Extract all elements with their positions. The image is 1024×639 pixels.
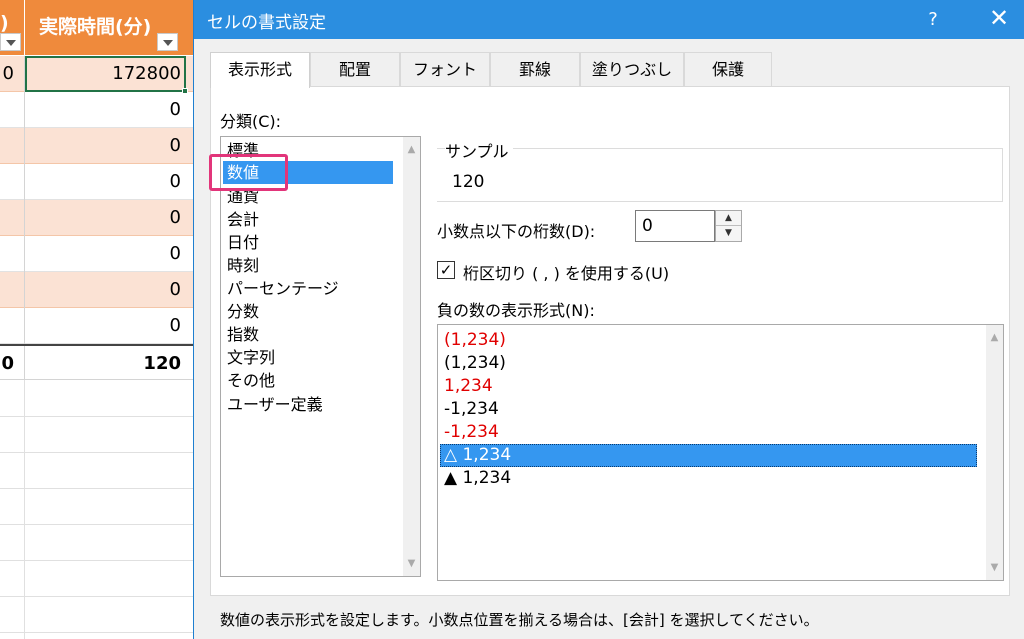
dialog-title: セルの書式設定 [207,13,326,33]
tab-protection[interactable]: 保護 [684,52,772,86]
category-item-custom[interactable]: ユーザー定義 [223,393,393,416]
table-row[interactable]: 0 [0,200,193,236]
sample-group [437,148,1003,202]
table-row[interactable]: 0 [0,164,193,200]
cell[interactable]: 0 [25,128,181,164]
selected-cell-outline [25,56,186,92]
negative-format-item[interactable]: (1,234) [440,352,977,375]
total-cell[interactable]: 120 [25,346,181,382]
negative-format-item[interactable]: (1,234) [440,329,977,352]
thousands-separator-label[interactable]: 桁区切り ( , ) を使用する(U) [463,260,669,284]
category-item-time[interactable]: 時刻 [223,254,393,277]
negative-format-item[interactable]: -1,234 [440,398,977,421]
filter-dropdown-button[interactable] [157,33,178,51]
scroll-down-icon[interactable]: ▼ [403,555,420,572]
spin-down-icon[interactable]: ▼ [716,226,741,241]
category-item-scientific[interactable]: 指数 [223,323,393,346]
fill-handle[interactable] [182,88,188,94]
column-header-previous: ) [0,0,24,55]
negative-format-item[interactable]: ▲ 1,234 [440,467,977,490]
cell[interactable] [0,308,14,344]
tab-fill[interactable]: 塗りつぶし [580,52,684,86]
decimal-places-input[interactable]: 0 [635,210,715,242]
negative-list-scrollbar[interactable]: ▲ ▼ [986,325,1003,580]
table-row[interactable]: 0 [0,236,193,272]
negative-numbers-list[interactable]: (1,234) (1,234) 1,234 -1,234 -1,234 △ 1,… [437,324,1004,581]
cell[interactable] [0,272,14,308]
tab-alignment[interactable]: 配置 [310,52,400,86]
scroll-down-icon[interactable]: ▼ [986,559,1003,576]
negative-format-item[interactable]: 1,234 [440,375,977,398]
sample-label: サンプル [445,138,513,162]
cell[interactable]: 0 [25,164,181,200]
cell[interactable] [0,236,14,272]
scroll-up-icon[interactable]: ▲ [403,141,420,158]
column-header-actual-minutes: 実際時間(分) [25,0,193,55]
cell[interactable]: 0 [25,236,181,272]
cell[interactable] [0,128,14,164]
cell[interactable] [0,92,14,128]
filter-dropdown-button[interactable] [0,33,21,51]
cell[interactable]: 0 [25,92,181,128]
negative-numbers-label: 負の数の表示形式(N): [437,301,595,320]
spreadsheet-background: ) 実際時間(分) 0 172800 0 0 0 0 0 0 0 0 120 [0,0,193,639]
category-item-text[interactable]: 文字列 [223,346,393,369]
spin-up-icon[interactable]: ▲ [716,211,741,226]
category-item-accounting[interactable]: 会計 [223,208,393,231]
category-item-percentage[interactable]: パーセンテージ [223,277,393,300]
format-description: 数値の表示形式を設定します。小数点位置を揃える場合は、[会計] を選択してくださ… [220,611,819,629]
total-cell[interactable]: 0 [0,346,14,382]
table-row[interactable]: 0 [0,272,193,308]
category-item-fraction[interactable]: 分数 [223,300,393,323]
cell[interactable] [0,200,14,236]
annotation-highlight-box [209,154,288,191]
cell[interactable]: 0 [0,56,14,92]
scroll-up-icon[interactable]: ▲ [986,329,1003,346]
tab-font[interactable]: フォント [400,52,490,86]
decimal-places-label: 小数点以下の桁数(D): [437,222,596,241]
decimal-places-stepper[interactable]: ▲ ▼ [715,210,742,242]
category-item-date[interactable]: 日付 [223,231,393,254]
category-list[interactable]: 標準 数値 通貨 会計 日付 時刻 パーセンテージ 分数 指数 文字列 その他 … [220,136,421,577]
column-header-previous-label: ) [0,12,9,34]
table-row[interactable]: 0 [0,128,193,164]
table-row[interactable]: 0 [0,308,193,344]
tab-number[interactable]: 表示形式 [210,52,310,88]
close-button[interactable]: ✕ [976,0,1022,39]
negative-format-item-selected[interactable]: △ 1,234 [440,444,977,467]
checkmark-icon: ✓ [439,261,453,279]
table-row[interactable]: 0 [0,92,193,128]
total-row[interactable]: 0 120 [0,344,193,382]
cell[interactable] [0,164,14,200]
category-item-special[interactable]: その他 [223,369,393,392]
sample-value: 120 [452,172,485,192]
cell[interactable]: 0 [25,272,181,308]
dialog-titlebar[interactable]: セルの書式設定 ? ✕ [194,0,1024,39]
cell[interactable]: 0 [25,200,181,236]
column-header-actual-minutes-label: 実際時間(分) [39,16,152,38]
thousands-separator-checkbox[interactable]: ✓ [437,261,455,279]
cell[interactable]: 0 [25,308,181,344]
tab-border[interactable]: 罫線 [490,52,580,86]
negative-format-item[interactable]: -1,234 [440,421,977,444]
category-scrollbar[interactable]: ▲ ▼ [403,137,420,576]
help-button[interactable]: ? [910,0,956,39]
category-label: 分類(C): [220,112,282,131]
